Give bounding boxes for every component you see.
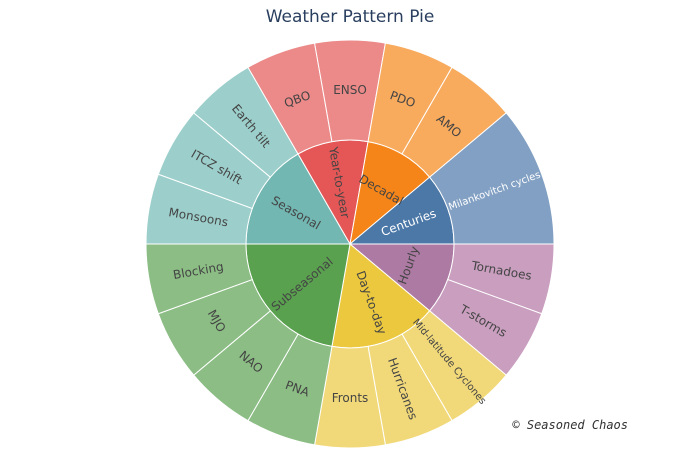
chart-title: Weather Pattern Pie bbox=[266, 7, 435, 27]
inner-ring bbox=[245, 139, 455, 349]
sunburst-svg: Weather Pattern Pie HourlyDay-to-daySubs… bbox=[145, 7, 628, 449]
outer-label-fronts: Fronts bbox=[332, 391, 369, 405]
outer-label-enso: ENSO bbox=[333, 83, 367, 97]
sunburst-chart: Weather Pattern Pie Hourly Day-to-day Subs… bbox=[0, 0, 700, 450]
credit-text: © Seasoned Chaos bbox=[512, 418, 628, 432]
